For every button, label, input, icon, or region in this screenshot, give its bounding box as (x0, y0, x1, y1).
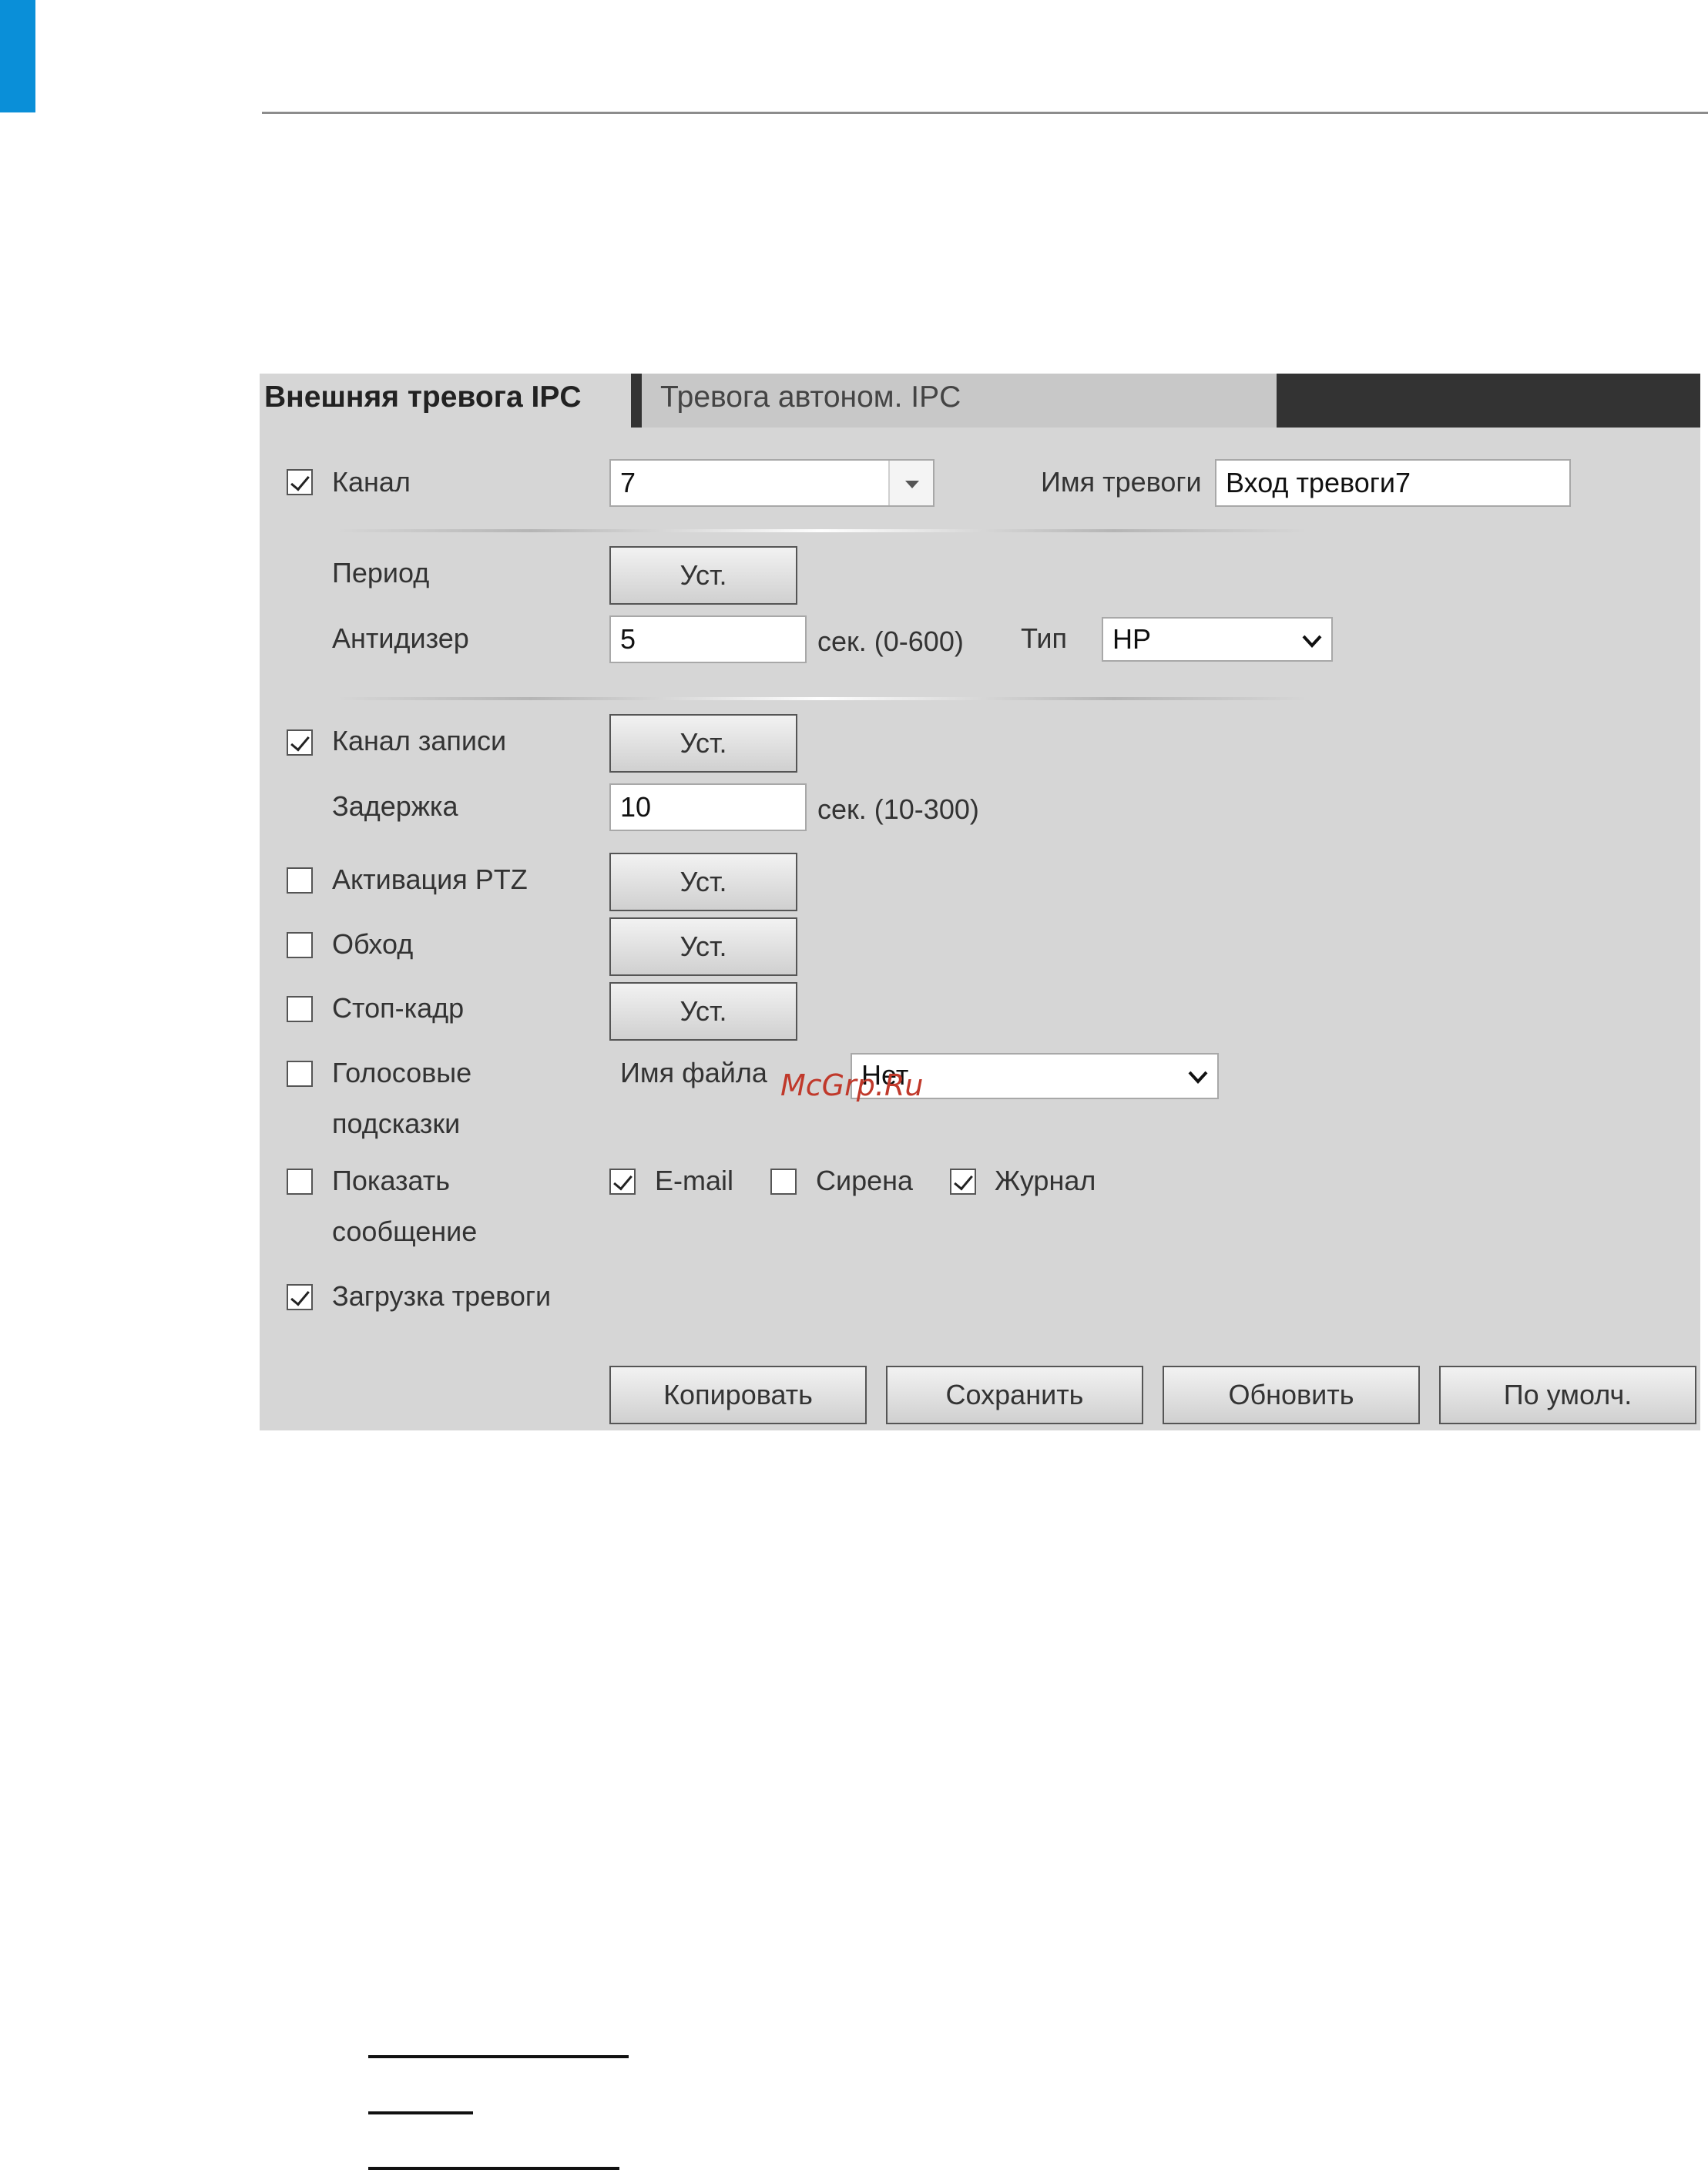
chevron-down-icon[interactable] (888, 461, 933, 505)
channel-value: 7 (620, 467, 636, 498)
channel-select[interactable]: 7 (609, 459, 935, 507)
siren-checkbox[interactable] (770, 1169, 797, 1195)
underline-mark (368, 2055, 629, 2058)
siren-label: Сирена (816, 1165, 914, 1196)
snapshot-checkbox[interactable] (287, 996, 313, 1022)
alarm-upload-checkbox[interactable] (287, 1284, 313, 1310)
chevron-down-icon (1188, 1071, 1208, 1084)
channel-label: Канал (332, 466, 411, 498)
header-rule (262, 112, 1708, 114)
record-channel-set-button[interactable]: Уст. (609, 714, 797, 773)
file-name-label: Имя файла (620, 1057, 767, 1088)
page-accent-bar (0, 0, 35, 112)
delay-unit: сек. (10-300) (817, 793, 979, 825)
show-message-checkbox[interactable] (287, 1169, 313, 1195)
log-label: Журнал (995, 1165, 1096, 1196)
log-checkbox[interactable] (950, 1169, 976, 1195)
alarm-name-input[interactable]: Вход тревоги7 (1215, 459, 1571, 507)
record-channel-checkbox[interactable] (287, 729, 313, 756)
alarm-settings-panel: Внешняя тревога IPC Тревога автоном. IPC… (260, 374, 1700, 1430)
voice-label-line2: подсказки (332, 1108, 461, 1139)
alarm-name-label: Имя тревоги (1041, 466, 1202, 498)
delay-label: Задержка (332, 790, 458, 822)
antidither-input[interactable]: 5 (609, 615, 807, 663)
default-button[interactable]: По умолч. (1439, 1366, 1696, 1424)
chevron-down-icon (1302, 635, 1322, 648)
copy-button[interactable]: Копировать (609, 1366, 867, 1424)
record-channel-label: Канал записи (332, 725, 507, 756)
ptz-set-button[interactable]: Уст. (609, 853, 797, 911)
section-divider (337, 697, 1307, 700)
period-set-button[interactable]: Уст. (609, 546, 797, 605)
antidither-unit: сек. (0-600) (817, 625, 964, 657)
tab-separator (631, 374, 642, 428)
underline-mark (368, 2111, 473, 2114)
email-checkbox[interactable] (609, 1169, 636, 1195)
tab-external-ipc-alarm[interactable]: Внешняя тревога IPC (260, 374, 631, 428)
show-message-label-line1: Показать (332, 1165, 451, 1196)
ptz-checkbox[interactable] (287, 867, 313, 894)
alarm-upload-label: Загрузка тревоги (332, 1280, 552, 1312)
snapshot-set-button[interactable]: Уст. (609, 982, 797, 1041)
tab-offline-ipc-alarm[interactable]: Тревога автоном. IPC (642, 374, 1277, 428)
voice-checkbox[interactable] (287, 1061, 313, 1087)
voice-label-line1: Голосовые (332, 1057, 472, 1088)
tab-bar: Внешняя тревога IPC Тревога автоном. IPC (260, 374, 1700, 428)
type-label: Тип (1021, 622, 1068, 654)
antidither-label: Антидизер (332, 622, 469, 654)
period-label: Период (332, 557, 430, 589)
type-select[interactable]: НР (1102, 617, 1333, 662)
email-label: E-mail (655, 1165, 734, 1196)
watermark-text: McGrp.Ru (780, 1068, 924, 1102)
tour-set-button[interactable]: Уст. (609, 917, 797, 976)
snapshot-label: Стоп-кадр (332, 992, 465, 1024)
show-message-label-line2: сообщение (332, 1216, 478, 1247)
type-value: НР (1112, 623, 1152, 655)
ptz-label: Активация PTZ (332, 863, 528, 895)
refresh-button[interactable]: Обновить (1163, 1366, 1420, 1424)
section-divider (337, 529, 1307, 532)
underline-mark (368, 2167, 619, 2170)
channel-checkbox[interactable] (287, 469, 313, 495)
delay-input[interactable]: 10 (609, 783, 807, 831)
save-button[interactable]: Сохранить (886, 1366, 1143, 1424)
tour-checkbox[interactable] (287, 932, 313, 958)
tour-label: Обход (332, 928, 414, 960)
